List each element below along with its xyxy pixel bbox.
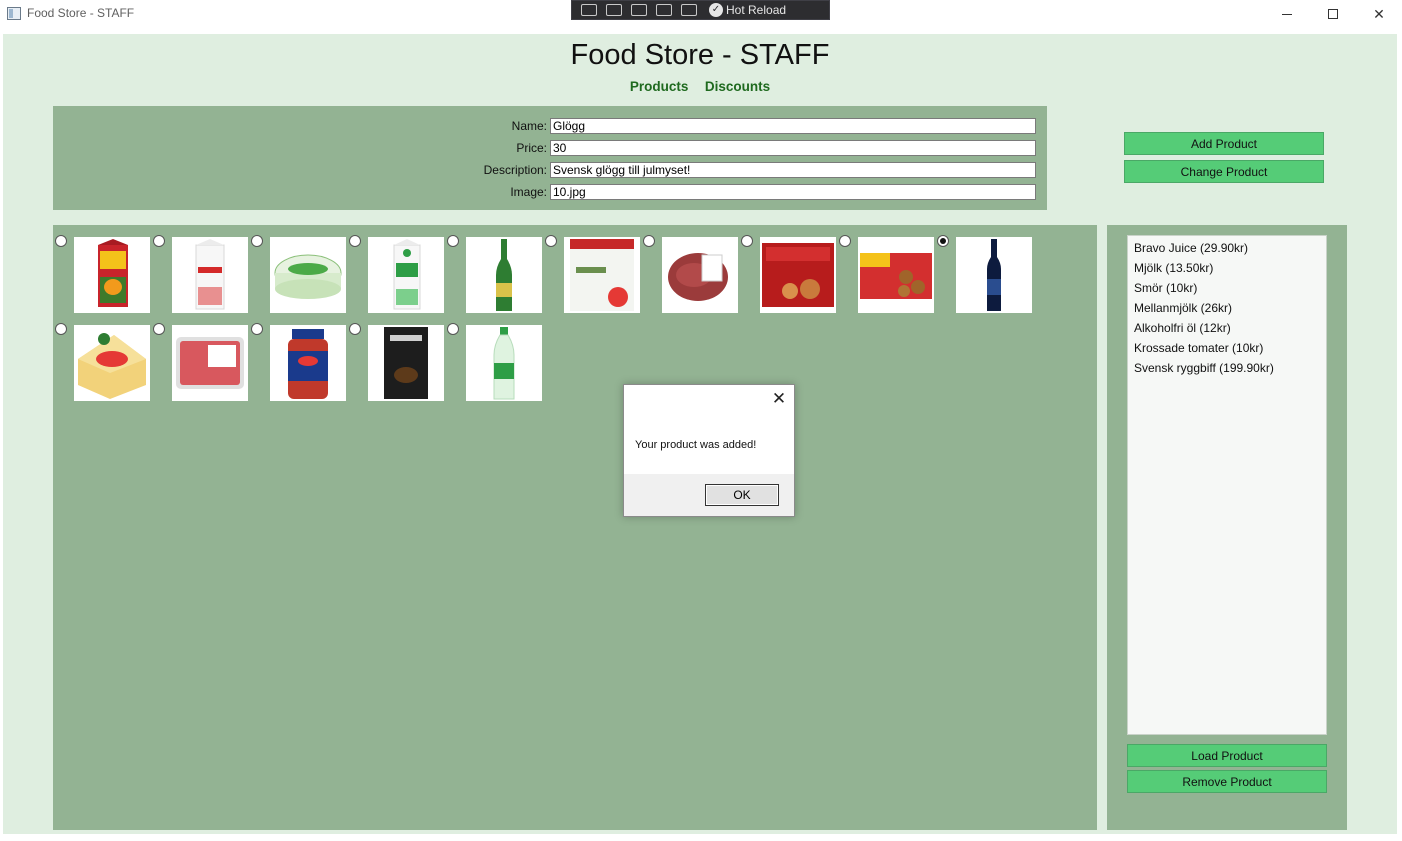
- minimize-icon: [1282, 13, 1292, 15]
- gouda-cheese-image: [74, 325, 150, 401]
- product-option[interactable]: [153, 235, 251, 313]
- beer-bottle-image: [466, 237, 542, 313]
- product-option[interactable]: [55, 235, 153, 313]
- nav-products-link[interactable]: Products: [630, 79, 689, 94]
- list-item[interactable]: Smör (10kr): [1134, 280, 1326, 300]
- butter-tub-image: [270, 237, 346, 313]
- list-item[interactable]: Krossade tomater (10kr): [1134, 340, 1326, 360]
- juice-carton-image: [74, 237, 150, 313]
- track-focused-element-icon[interactable]: [656, 4, 672, 16]
- form-row-price: Price:: [453, 140, 1053, 158]
- product-option[interactable]: [153, 323, 251, 401]
- change-product-button[interactable]: Change Product: [1124, 160, 1324, 183]
- product-radio[interactable]: [447, 323, 459, 335]
- close-window-button[interactable]: ✕: [1356, 0, 1402, 28]
- product-radio[interactable]: [545, 235, 557, 247]
- product-option[interactable]: [349, 323, 447, 401]
- milk-carton-image: [368, 237, 444, 313]
- name-input[interactable]: [550, 118, 1036, 134]
- xaml-dev-toolbar: ✓ Hot Reload: [571, 0, 830, 20]
- product-radio[interactable]: [349, 323, 361, 335]
- product-radio[interactable]: [349, 235, 361, 247]
- gingerbread-box-image: [760, 237, 836, 313]
- product-option[interactable]: [839, 235, 937, 313]
- product-radio[interactable]: [839, 235, 851, 247]
- description-label: Description:: [483, 163, 547, 177]
- product-option[interactable]: [545, 235, 643, 313]
- minimize-button[interactable]: [1264, 0, 1310, 28]
- product-listbox[interactable]: Bravo Juice (29.90kr) Mjölk (13.50kr) Sm…: [1127, 235, 1327, 735]
- image-input[interactable]: [550, 184, 1036, 200]
- top-nav: Products Discounts: [3, 78, 1397, 96]
- app-icon: [7, 7, 21, 20]
- dialog-message: Your product was added!: [635, 439, 757, 451]
- product-option[interactable]: [643, 235, 741, 313]
- maximize-icon: [1328, 9, 1338, 19]
- minced-meat-image: [172, 325, 248, 401]
- product-option[interactable]: [741, 235, 839, 313]
- list-item[interactable]: Mjölk (13.50kr): [1134, 260, 1326, 280]
- milk-carton-image: [172, 237, 248, 313]
- product-radio[interactable]: [741, 235, 753, 247]
- hot-reload-check-icon: ✓: [709, 3, 723, 17]
- product-radio[interactable]: [643, 235, 655, 247]
- product-form-panel: Name: Price: Description: Image:: [53, 106, 1047, 210]
- window-title: Food Store - STAFF: [27, 6, 135, 20]
- product-radio[interactable]: [153, 323, 165, 335]
- product-option[interactable]: [251, 235, 349, 313]
- name-label: Name:: [511, 119, 547, 133]
- dialog-footer: OK: [624, 474, 794, 516]
- select-element-icon[interactable]: [606, 4, 622, 16]
- load-product-button[interactable]: Load Product: [1127, 744, 1327, 767]
- coffee-bag-image: [368, 325, 444, 401]
- list-item[interactable]: Mellanmjölk (26kr): [1134, 300, 1326, 320]
- product-radio[interactable]: [447, 235, 459, 247]
- list-item[interactable]: Bravo Juice (29.90kr): [1134, 240, 1326, 260]
- beef-steak-image: [662, 237, 738, 313]
- price-label: Price:: [516, 141, 547, 155]
- product-option[interactable]: [55, 323, 153, 401]
- pasta-sauce-jar-image: [270, 325, 346, 401]
- product-option[interactable]: [937, 235, 1035, 313]
- product-option[interactable]: [251, 323, 349, 401]
- form-row-image: Image:: [453, 184, 1053, 202]
- form-row-name: Name:: [453, 118, 1053, 136]
- page-title: Food Store - STAFF: [570, 39, 830, 71]
- add-product-button[interactable]: Add Product: [1124, 132, 1324, 155]
- image-label: Image:: [510, 185, 547, 199]
- product-radio[interactable]: [251, 235, 263, 247]
- product-option[interactable]: [447, 235, 545, 313]
- live-visual-tree-icon[interactable]: [581, 4, 597, 16]
- product-radio[interactable]: [937, 235, 949, 247]
- ok-button[interactable]: OK: [705, 484, 779, 506]
- price-input[interactable]: [550, 140, 1036, 156]
- remove-product-button[interactable]: Remove Product: [1127, 770, 1327, 793]
- glogg-bottle-image: [956, 237, 1032, 313]
- cookie-box-image: [858, 237, 934, 313]
- soda-bottle-image: [466, 325, 542, 401]
- product-radio[interactable]: [153, 235, 165, 247]
- product-radio[interactable]: [55, 235, 67, 247]
- nav-discounts-link[interactable]: Discounts: [705, 79, 770, 94]
- dialog-close-icon[interactable]: ✕: [770, 390, 788, 408]
- form-row-description: Description:: [453, 162, 1053, 180]
- list-item[interactable]: Svensk ryggbiff (199.90kr): [1134, 360, 1326, 380]
- title-bar: Food Store - STAFF ✓ Hot Reload ✕: [0, 0, 1402, 28]
- maximize-button[interactable]: [1310, 0, 1356, 28]
- binding-failures-icon[interactable]: [681, 4, 697, 16]
- product-option[interactable]: [349, 235, 447, 313]
- description-input[interactable]: [550, 162, 1036, 178]
- message-dialog: ✕ Your product was added! OK: [623, 384, 795, 517]
- product-images-panel: [53, 225, 1097, 830]
- product-radio[interactable]: [55, 323, 67, 335]
- hot-reload-label[interactable]: Hot Reload: [726, 3, 786, 17]
- product-option[interactable]: [447, 323, 545, 401]
- display-layout-adorners-icon[interactable]: [631, 4, 647, 16]
- tomato-package-image: [564, 237, 640, 313]
- product-radio[interactable]: [251, 323, 263, 335]
- product-list-panel: Bravo Juice (29.90kr) Mjölk (13.50kr) Sm…: [1107, 225, 1347, 830]
- list-item[interactable]: Alkoholfri öl (12kr): [1134, 320, 1326, 340]
